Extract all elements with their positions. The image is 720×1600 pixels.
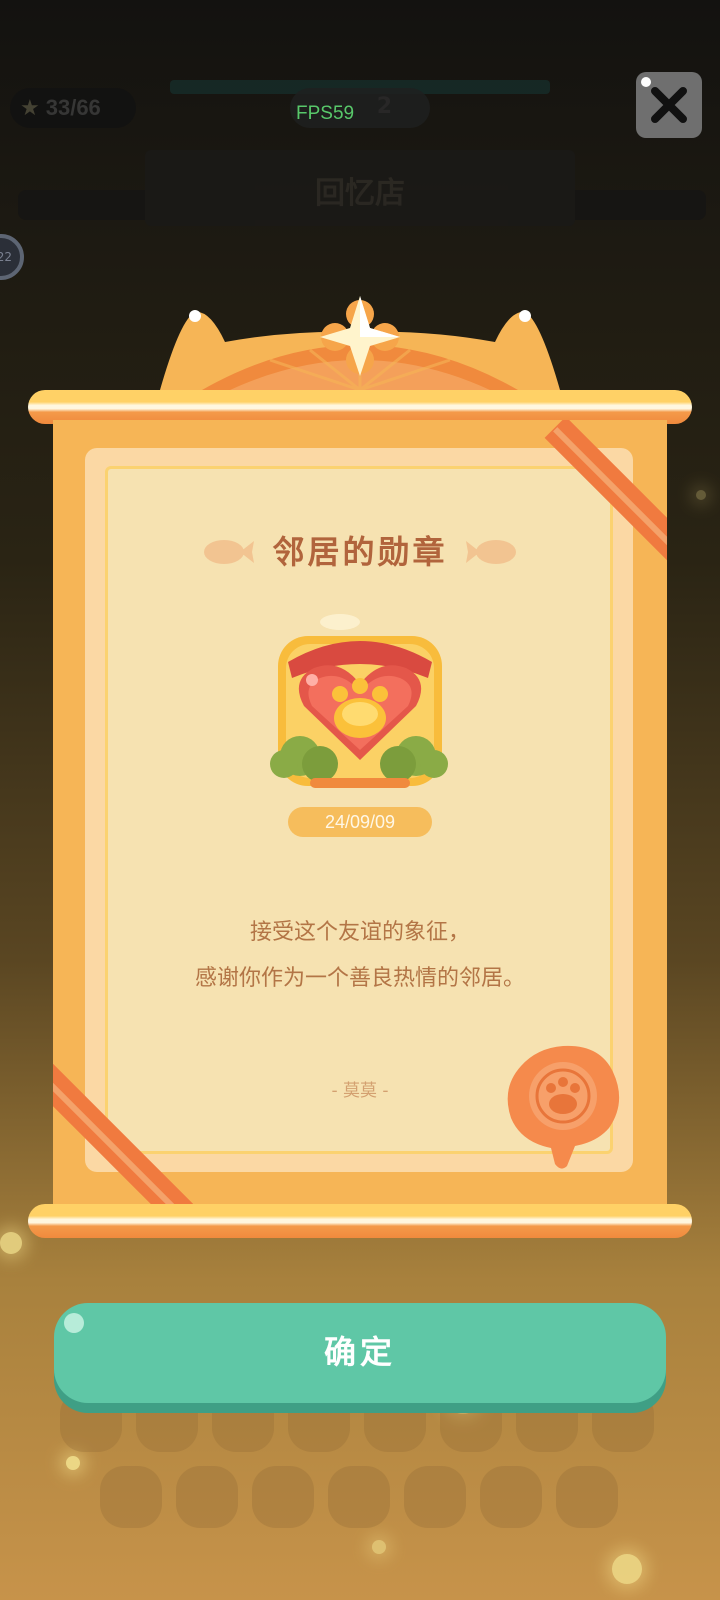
grid-slot	[252, 1466, 314, 1528]
scroll-top-rod	[28, 390, 692, 424]
fish-ornament-icon	[466, 540, 516, 564]
side-level-badge: 22	[0, 234, 24, 280]
grid-slot	[100, 1466, 162, 1528]
heart-paw-medal-icon	[270, 614, 448, 788]
shop-sign-text: 回忆店	[315, 176, 405, 211]
close-icon	[651, 87, 687, 123]
side-badge-text: 22	[0, 250, 12, 264]
close-button[interactable]	[636, 72, 702, 138]
medal-title: 邻居的勋章	[272, 533, 448, 571]
medal-scroll-popup: 邻居的勋章 24/09/09 接受这个友谊的象征， 感谢你作为一个善良热情的邻居…	[0, 290, 720, 1240]
grid-slot	[404, 1466, 466, 1528]
glow-particle	[612, 1554, 642, 1584]
message-line-2: 感谢你作为一个善良热情的邻居。	[194, 966, 525, 991]
confirm-button-label: 确定	[323, 1333, 396, 1371]
grid-slot	[556, 1466, 618, 1528]
scroll-bottom-rod	[28, 1204, 692, 1238]
message-text: 接受这个友谊的象征， 感谢你作为一个善良热情的邻居。	[0, 910, 720, 1002]
top-hud: ★ 33/66 2	[0, 80, 720, 140]
grid-slot	[328, 1466, 390, 1528]
date-badge: 24/09/09	[288, 807, 432, 837]
message-line-1: 接受这个友谊的象征，	[249, 920, 470, 945]
middle-count-text: 2	[376, 94, 392, 119]
grid-slot	[480, 1466, 542, 1528]
scroll-crown-ornament	[160, 296, 560, 392]
grid-slot	[176, 1466, 238, 1528]
paw-wax-seal-icon	[507, 1045, 620, 1169]
shop-sign: 回忆店	[145, 150, 575, 226]
dimmed-item-grid	[60, 1390, 660, 1550]
star-count-text: 33/66	[45, 95, 101, 120]
close-button-highlight	[641, 77, 651, 87]
fps-counter: FPS59	[296, 103, 355, 124]
star-icon: ★	[20, 95, 40, 121]
confirm-button[interactable]: 确定	[54, 1303, 666, 1403]
star-counter: ★ 33/66	[10, 88, 136, 128]
